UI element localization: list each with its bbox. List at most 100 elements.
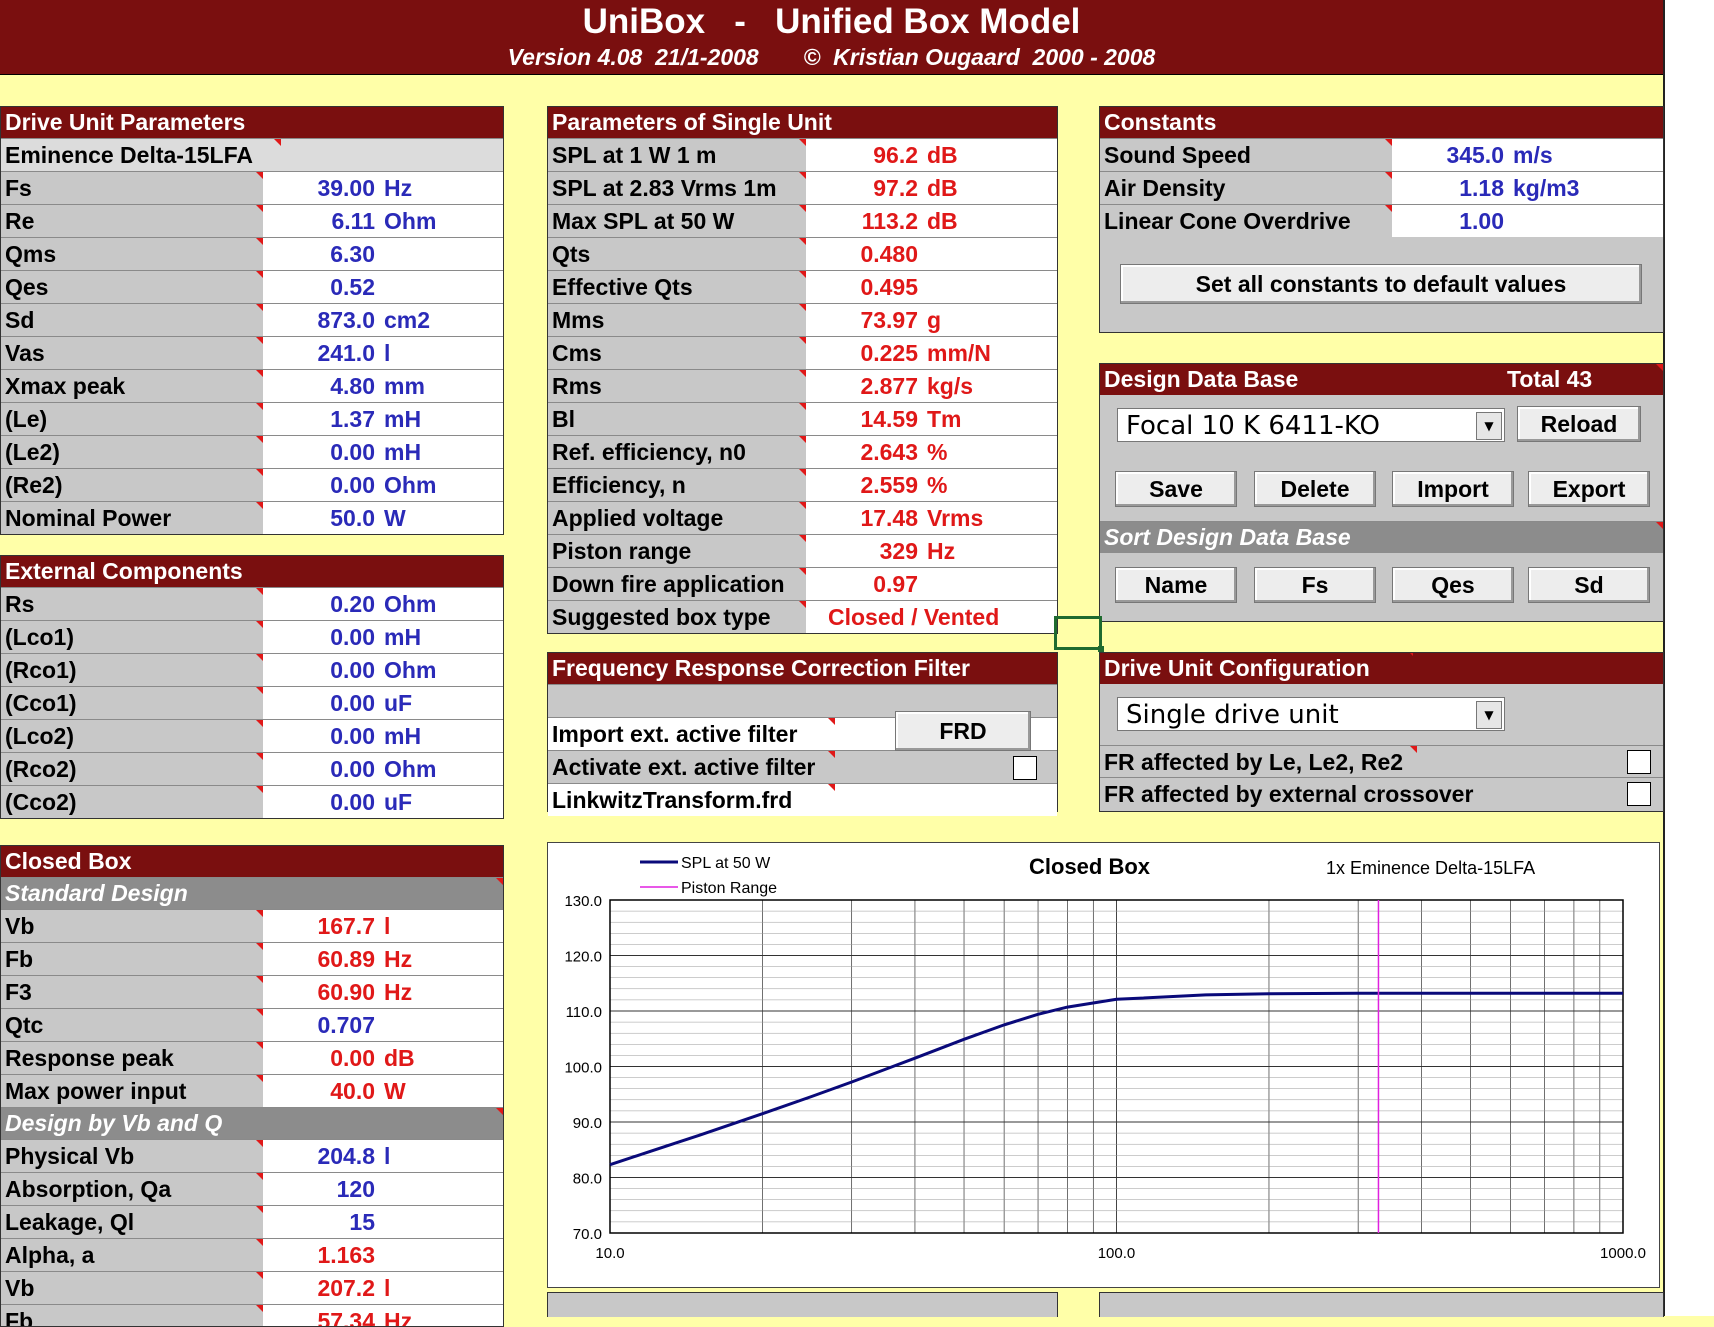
drive-param-label: (Le2) xyxy=(1,436,263,468)
vbq-param-value-cell[interactable]: 204.8 l xyxy=(263,1140,503,1172)
single-unit-param-value-cell[interactable]: 97.2 dB xyxy=(806,172,1057,204)
drive-param-row: (Le2) 0.00 mH xyxy=(1,435,503,468)
drive-param-value-cell[interactable]: 241.0 l xyxy=(263,337,503,369)
standard-param-value-cell[interactable]: 0.00 dB xyxy=(263,1042,503,1074)
delete-button[interactable]: Delete xyxy=(1254,471,1376,507)
vbq-param-value-cell[interactable]: 1.163 xyxy=(263,1239,503,1271)
drive-param-value-cell[interactable]: 6.11 Ohm xyxy=(263,205,503,237)
external-param-value-cell[interactable]: 0.00 mH xyxy=(263,720,503,752)
external-param-row: (Lco1) 0.00 mH xyxy=(1,620,503,653)
drive-param-value-cell[interactable]: 0.52 xyxy=(263,271,503,303)
y-tick-label: 100.0 xyxy=(564,1060,602,1077)
drive-param-value-cell[interactable]: 873.0 cm2 xyxy=(263,304,503,336)
import-button[interactable]: Import xyxy=(1392,471,1514,507)
drive-param-value-cell[interactable]: 0.00 mH xyxy=(263,436,503,468)
standard-param-value-cell[interactable]: 0.707 xyxy=(263,1009,503,1041)
x-tick-label: 10.0 xyxy=(595,1245,624,1262)
external-param-value-cell[interactable]: 0.00 uF xyxy=(263,786,503,818)
single-unit-param-value-cell[interactable]: 2.877 kg/s xyxy=(806,370,1057,402)
design-database-select[interactable]: Focal 10 K 6411-KO ▼ xyxy=(1117,408,1505,442)
vbq-param-value-cell[interactable]: 57.34 Hz xyxy=(263,1305,503,1326)
filter-file-name[interactable]: LinkwitzTransform.frd xyxy=(548,784,835,816)
single-unit-param-value-cell[interactable]: 329 Hz xyxy=(806,535,1057,567)
standard-param-unit: Hz xyxy=(384,979,413,1005)
vbq-param-unit: l xyxy=(384,1275,391,1301)
single-unit-param-value-cell[interactable]: 73.97 g xyxy=(806,304,1057,336)
single-unit-param-value-cell[interactable]: 0.495 xyxy=(806,271,1057,303)
standard-param-value-cell[interactable]: 60.89 Hz xyxy=(263,943,503,975)
single-unit-param-unit: Hz xyxy=(927,538,956,564)
sort-sd-button[interactable]: Sd xyxy=(1528,567,1650,603)
constant-value-cell[interactable]: 1.00 xyxy=(1392,205,1663,237)
sort-name-button[interactable]: Name xyxy=(1115,567,1237,603)
single-unit-param-unit xyxy=(918,571,927,597)
fr-le-checkbox[interactable] xyxy=(1627,750,1651,774)
constant-unit xyxy=(1504,208,1513,234)
freq-filter-panel: Frequency Response Correction Filter Imp… xyxy=(547,652,1058,816)
drive-param-value-cell[interactable]: 1.37 mH xyxy=(263,403,503,435)
vbq-param-value-cell[interactable]: 120 xyxy=(263,1173,503,1205)
drive-unit-name[interactable]: Eminence Delta-15LFA xyxy=(1,139,281,171)
external-param-value-cell[interactable]: 0.20 Ohm xyxy=(263,588,503,620)
single-unit-param-value-cell[interactable]: 0.97 xyxy=(806,568,1057,600)
constant-value-cell[interactable]: 345.0 m/s xyxy=(1392,139,1663,171)
single-unit-param-row: Down fire application 0.97 xyxy=(548,567,1057,600)
sort-fs-button[interactable]: Fs xyxy=(1254,567,1376,603)
single-unit-param-value-cell[interactable]: 2.643% xyxy=(806,436,1057,468)
save-button[interactable]: Save xyxy=(1115,471,1237,507)
drive-param-value-cell[interactable]: 0.00 Ohm xyxy=(263,469,503,501)
fr-ext-row: FR affected by external crossover xyxy=(1100,777,1663,810)
set-defaults-button[interactable]: Set all constants to default values xyxy=(1120,264,1642,304)
single-unit-param-value-cell[interactable]: 0.480 xyxy=(806,238,1057,270)
reload-button[interactable]: Reload xyxy=(1517,406,1641,442)
single-unit-param-label: Piston range xyxy=(548,535,806,567)
external-param-value-cell[interactable]: 0.00 uF xyxy=(263,687,503,719)
drive-param-value: 1.37 xyxy=(330,406,375,432)
single-unit-param-value-cell[interactable]: 17.48 Vrms xyxy=(806,502,1057,534)
drive-config-select[interactable]: Single drive unit ▼ xyxy=(1117,697,1505,731)
drive-param-unit: mH xyxy=(384,406,422,432)
vbq-param-value-cell[interactable]: 15 xyxy=(263,1206,503,1238)
external-param-row: (Rco2) 0.00 Ohm xyxy=(1,752,503,785)
drive-param-value-cell[interactable]: 6.30 xyxy=(263,238,503,270)
external-param-value-cell[interactable]: 0.00 Ohm xyxy=(263,753,503,785)
drive-unit-name-row[interactable]: Eminence Delta-15LFA xyxy=(1,138,503,171)
single-unit-rows: SPL at 1 W 1 m 96.2 dB SPL at 2.83 Vrms 1m 9… xyxy=(548,138,1057,633)
drive-param-value-cell[interactable]: 50.0 W xyxy=(263,502,503,534)
standard-param-value-cell[interactable]: 40.0 W xyxy=(263,1075,503,1107)
single-unit-param-value-cell[interactable]: Closed / Vented xyxy=(806,601,1057,633)
single-unit-param-label: Suggested box type xyxy=(548,601,806,633)
single-unit-param-value: 0.97 xyxy=(873,571,918,597)
constant-value: 345.0 xyxy=(1446,142,1504,168)
standard-param-value-cell[interactable]: 167.7 l xyxy=(263,910,503,942)
export-button[interactable]: Export xyxy=(1528,471,1650,507)
single-unit-param-value-cell[interactable]: 2.559% xyxy=(806,469,1057,501)
selected-cell[interactable] xyxy=(1054,616,1104,652)
vbq-param-unit xyxy=(375,1176,384,1202)
fr-ext-checkbox[interactable] xyxy=(1627,782,1651,806)
drive-config-selected: Single drive unit xyxy=(1126,700,1339,730)
drive-param-value-cell[interactable]: 4.80 mm xyxy=(263,370,503,402)
external-param-value-cell[interactable]: 0.00 Ohm xyxy=(263,654,503,686)
drive-param-label: Qms xyxy=(1,238,263,270)
single-unit-param-row: Efficiency, n 2.559% xyxy=(548,468,1057,501)
external-param-label: (Cco2) xyxy=(1,786,263,818)
standard-param-value-cell[interactable]: 60.90 Hz xyxy=(263,976,503,1008)
constant-row: Air Density 1.18 kg/m3 xyxy=(1100,171,1663,204)
activate-filter-checkbox[interactable] xyxy=(1013,756,1037,780)
external-param-value-cell[interactable]: 0.00 mH xyxy=(263,621,503,653)
y-tick-label: 80.0 xyxy=(573,1171,602,1188)
vbq-param-value-cell[interactable]: 207.2 l xyxy=(263,1272,503,1304)
constant-value-cell[interactable]: 1.18 kg/m3 xyxy=(1392,172,1663,204)
chevron-down-icon[interactable]: ▼ xyxy=(1476,412,1502,440)
single-unit-param-value-cell[interactable]: 113.2 dB xyxy=(806,205,1057,237)
sort-qes-button[interactable]: Qes xyxy=(1392,567,1514,603)
design-database-total: Total 43 xyxy=(1507,364,1592,395)
single-unit-param-value-cell[interactable]: 0.225 mm/N xyxy=(806,337,1057,369)
chevron-down-icon[interactable]: ▼ xyxy=(1476,701,1502,729)
drive-param-value-cell[interactable]: 39.00 Hz xyxy=(263,172,503,204)
single-unit-param-value-cell[interactable]: 96.2 dB xyxy=(806,139,1057,171)
frd-button[interactable]: FRD xyxy=(895,711,1031,751)
single-unit-param-value-cell[interactable]: 14.59 Tm xyxy=(806,403,1057,435)
single-unit-param-unit: mm/N xyxy=(927,340,991,366)
